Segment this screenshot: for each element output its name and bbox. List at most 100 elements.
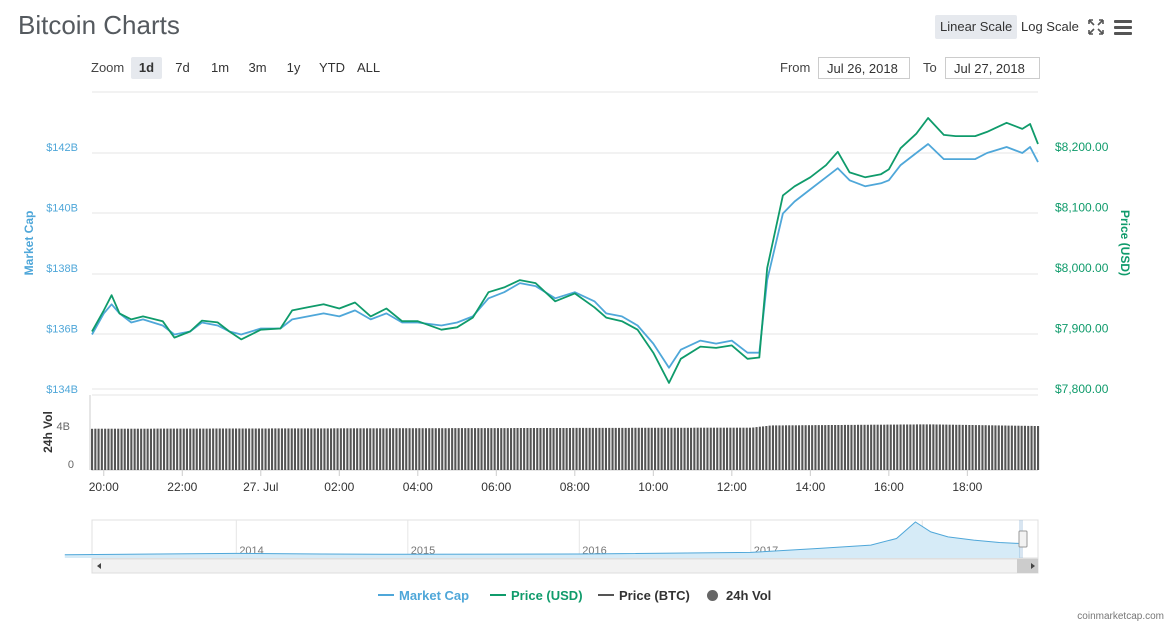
volume-bar: [987, 425, 990, 470]
volume-bar: [667, 427, 670, 470]
volume-bar: [660, 427, 663, 470]
volume-bar: [284, 428, 287, 470]
volume-bar: [366, 428, 369, 470]
volume-bar: [343, 428, 346, 470]
legend-item-market-cap[interactable]: Market Cap: [378, 588, 469, 603]
volume-bar: [850, 424, 853, 470]
volume-bar: [241, 428, 244, 470]
volume-bar: [618, 427, 621, 470]
volume-bar: [640, 427, 643, 470]
volume-bar: [565, 428, 568, 470]
volume-bar: [185, 428, 188, 470]
legend-label: Price (BTC): [619, 588, 690, 603]
volume-bar: [431, 428, 434, 470]
volume-bar: [1010, 425, 1013, 470]
volume-bar: [140, 428, 143, 470]
credit-link[interactable]: coinmarketcap.com: [1077, 611, 1164, 622]
legend-item-price-usd[interactable]: Price (USD): [490, 588, 583, 603]
volume-bar: [388, 428, 391, 470]
volume-bar: [968, 425, 971, 470]
volume-bar: [496, 428, 499, 470]
x-tick-label: 18:00: [952, 480, 982, 494]
volume-bar: [647, 427, 650, 470]
x-tick-label: 16:00: [874, 480, 904, 494]
volume-bar: [1007, 425, 1010, 470]
volume-bar: [516, 428, 519, 470]
volume-bar: [251, 428, 254, 470]
volume-bar: [336, 428, 339, 470]
volume-bar: [604, 427, 607, 470]
volume-bar: [1033, 426, 1036, 470]
volume-bar: [1037, 426, 1040, 470]
volume-bar: [719, 427, 722, 470]
volume-bar: [546, 428, 549, 470]
y-left-tick: $134B: [46, 384, 78, 396]
y-right-tick: $8,200.00: [1055, 140, 1109, 154]
volume-bar: [215, 428, 218, 470]
volume-bar: [657, 427, 660, 470]
legend-line-icon: [598, 594, 614, 596]
volume-bar: [886, 424, 889, 470]
y-right-tick: $7,900.00: [1055, 322, 1109, 336]
volume-bar: [578, 427, 581, 470]
volume-bar: [778, 425, 781, 470]
volume-bar: [631, 427, 634, 470]
volume-bar: [873, 424, 876, 470]
volume-bar: [235, 428, 238, 470]
volume-bar: [510, 428, 513, 470]
volume-bar: [182, 428, 185, 470]
volume-bar: [451, 428, 454, 470]
volume-bar: [893, 424, 896, 470]
volume-bar: [879, 424, 882, 470]
volume-bar: [654, 427, 657, 470]
volume-bar: [480, 428, 483, 470]
volume-bar: [303, 428, 306, 470]
volume-bar: [411, 428, 414, 470]
volume-bar: [686, 427, 689, 470]
volume-bar: [307, 428, 310, 470]
y-left-tick: $136B: [46, 324, 78, 336]
volume-bar: [218, 428, 221, 470]
volume-bar: [444, 428, 447, 470]
volume-bar: [519, 428, 522, 470]
volume-bar: [889, 424, 892, 470]
volume-bar: [650, 427, 653, 470]
volume-bar: [402, 428, 405, 470]
volume-bar: [811, 425, 814, 470]
volume-bar: [627, 427, 630, 470]
volume-bar: [821, 425, 824, 470]
volume-bar: [208, 428, 211, 470]
volume-bar: [542, 428, 545, 470]
volume-bar: [971, 425, 974, 470]
volume-bar: [143, 428, 146, 470]
volume-bar: [248, 428, 251, 470]
volume-bar: [225, 428, 228, 470]
volume-bar: [421, 428, 424, 470]
price-usd-line: [91, 117, 1039, 384]
volume-bar: [676, 427, 679, 470]
x-tick-label: 22:00: [167, 480, 197, 494]
volume-bar: [762, 426, 765, 470]
volume-bar: [801, 425, 804, 470]
volume-bar: [438, 428, 441, 470]
volume-bar: [1017, 425, 1020, 470]
volume-bar: [794, 425, 797, 470]
volume-bar: [493, 428, 496, 470]
volume-bar: [94, 428, 97, 470]
volume-bar: [974, 425, 977, 470]
volume-bar: [405, 428, 408, 470]
volume-bar: [562, 428, 565, 470]
volume-bar: [1030, 425, 1033, 470]
volume-bar: [912, 424, 915, 470]
volume-bar: [460, 428, 463, 470]
volume-bar: [915, 424, 918, 470]
volume-bar: [997, 425, 1000, 470]
legend-item-24h-vol[interactable]: 24h Vol: [707, 588, 771, 603]
volume-bar: [120, 428, 123, 470]
volume-bar: [330, 428, 333, 470]
volume-bar: [385, 428, 388, 470]
volume-bar: [490, 428, 493, 470]
legend-item-price-btc[interactable]: Price (BTC): [598, 588, 690, 603]
volume-bar: [621, 427, 624, 470]
volume-bar: [785, 425, 788, 470]
